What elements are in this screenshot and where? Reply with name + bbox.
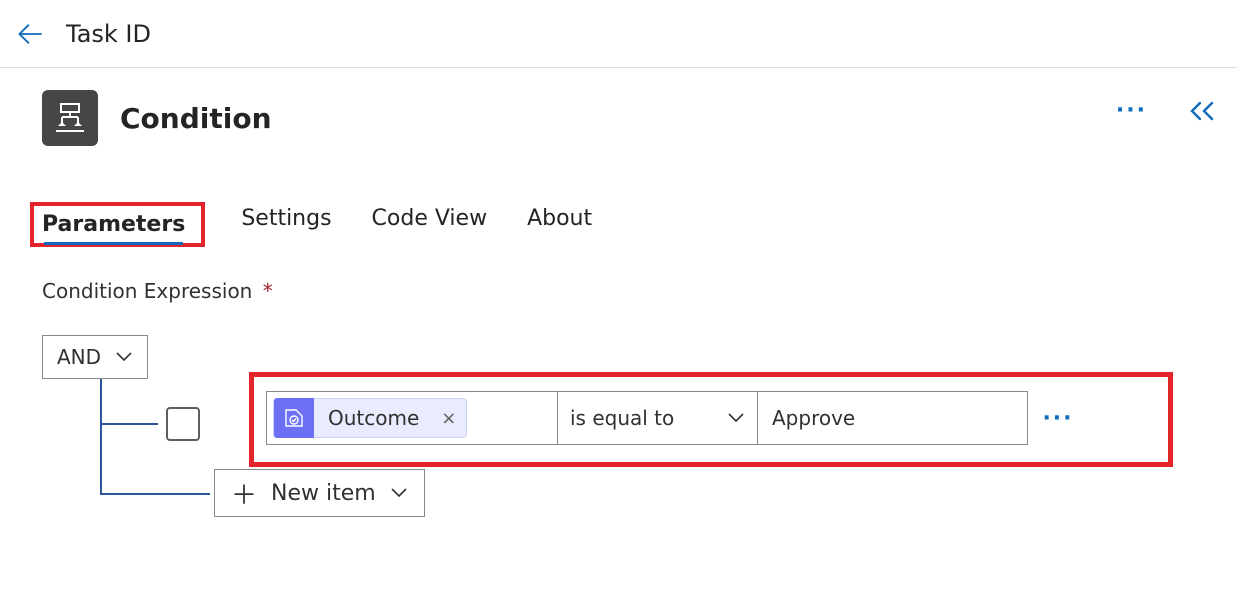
operator-dropdown[interactable]: is equal to [558,391,758,445]
outcome-token-icon [274,398,314,438]
condition-row: Outcome × is equal to Approve ··· [266,391,1088,445]
node-title-row: Condition [42,90,1195,146]
left-operand-field[interactable]: Outcome × [266,391,558,445]
row-checkbox[interactable] [166,407,200,441]
tree-connector [100,493,210,495]
tab-code-view[interactable]: Code View [372,206,488,243]
tab-parameters[interactable]: Parameters [42,212,185,245]
node-title: Condition [120,102,272,135]
tab-settings[interactable]: Settings [241,206,331,243]
collapse-panel-icon[interactable] [1187,99,1217,123]
plus-icon: ＋ [231,475,257,512]
tabs: Parameters Settings Code View About [42,206,1195,243]
chevron-down-icon [727,412,745,424]
back-arrow-icon[interactable] [12,16,48,52]
value-text: Approve [772,406,855,430]
section-label: Condition Expression * [42,279,1195,303]
tree-connector [100,379,102,495]
page-title: Task ID [66,20,151,48]
operator-value: is equal to [570,406,674,430]
content-area: Condition ··· Parameters Settings Code V… [0,68,1237,557]
logic-operator-dropdown[interactable]: AND [42,335,148,379]
page-header: Task ID [0,0,1237,68]
token-label: Outcome [314,406,431,430]
row-more-menu-icon[interactable]: ··· [1028,391,1088,445]
expression-builder: AND Outcome [42,335,1195,535]
condition-expression-label: Condition Expression [42,279,252,303]
token-remove-icon[interactable]: × [431,408,466,429]
logic-operator-value: AND [57,345,101,369]
parameters-tab-highlight: Parameters [34,206,201,243]
chevron-down-icon [115,351,133,363]
required-indicator: * [263,279,273,303]
tree-connector [100,423,158,425]
new-item-button[interactable]: ＋ New item [214,469,425,517]
chevron-down-icon [390,487,408,499]
title-actions: ··· [1116,98,1217,123]
condition-node-icon [42,90,98,146]
tab-about[interactable]: About [527,206,592,243]
dynamic-content-token: Outcome × [273,398,467,438]
right-operand-field[interactable]: Approve [758,391,1028,445]
new-item-label: New item [271,481,376,506]
more-menu-icon[interactable]: ··· [1116,98,1147,123]
